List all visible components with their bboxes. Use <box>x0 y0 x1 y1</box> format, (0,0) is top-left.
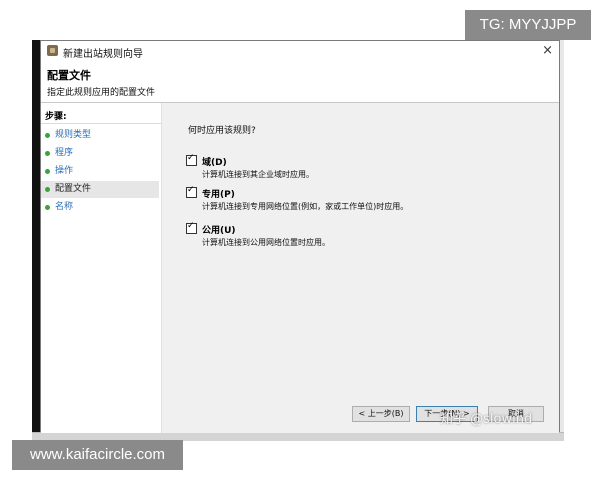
title-bar: 新建出站规则向导 × <box>41 41 559 63</box>
step-label: 操作 <box>55 166 74 176</box>
window-title: 新建出站规则向导 <box>63 49 143 60</box>
page-subtitle: 指定此规则应用的配置文件 <box>47 88 156 98</box>
telegram-watermark: TG: MYYJJPP <box>465 10 591 40</box>
close-button[interactable]: × <box>542 43 553 59</box>
step-label: 规则类型 <box>55 130 92 140</box>
step-bullet-icon <box>45 205 50 210</box>
wizard-header: 配置文件 指定此规则应用的配置文件 <box>41 63 559 103</box>
step-name[interactable]: 名称 <box>41 199 159 216</box>
steps-heading: 步骤: <box>45 112 67 122</box>
zhihu-watermark: 知乎 @slowind <box>440 412 533 427</box>
step-profile[interactable]: 配置文件 <box>41 181 159 198</box>
page-title: 配置文件 <box>47 69 91 82</box>
background-edge <box>560 40 564 440</box>
step-bullet-icon <box>45 169 50 174</box>
step-program[interactable]: 程序 <box>41 145 159 162</box>
step-label: 名称 <box>55 202 74 212</box>
private-checkbox[interactable] <box>186 185 197 198</box>
private-description: 计算机连接到专用网络位置(例如，家或工作单位)时应用。 <box>202 202 409 211</box>
step-bullet-icon <box>45 133 50 138</box>
public-checkbox[interactable] <box>186 221 197 234</box>
wizard-app-icon <box>47 45 58 56</box>
back-button[interactable]: < 上一步(B) <box>352 406 410 422</box>
public-description: 计算机连接到公用网络位置时应用。 <box>202 238 330 247</box>
steps-divider <box>41 123 161 124</box>
background-app-strip <box>32 40 40 440</box>
steps-sidebar: 步骤: 规则类型 程序 操作 配置文件 名称 <box>41 103 162 433</box>
step-bullet-icon <box>45 151 50 156</box>
step-bullet-icon <box>45 187 50 192</box>
step-rule-type[interactable]: 规则类型 <box>41 127 159 144</box>
new-outbound-rule-wizard-dialog: 新建出站规则向导 × 配置文件 指定此规则应用的配置文件 步骤: 规则类型 程序… <box>40 40 560 433</box>
question-text: 何时应用该规则? <box>188 126 256 136</box>
domain-label[interactable]: 域(D) <box>202 155 227 168</box>
domain-checkbox[interactable] <box>186 153 197 166</box>
step-action[interactable]: 操作 <box>41 163 159 180</box>
step-label: 程序 <box>55 148 74 158</box>
step-label: 配置文件 <box>55 184 92 194</box>
site-watermark: www.kaifacircle.com <box>12 440 183 470</box>
domain-description: 计算机连接到其企业域时应用。 <box>202 170 314 179</box>
private-label[interactable]: 专用(P) <box>202 187 235 200</box>
wizard-content: 何时应用该规则? 域(D) 计算机连接到其企业域时应用。 专用(P) 计算机连接… <box>162 103 559 433</box>
public-label[interactable]: 公用(U) <box>202 223 236 236</box>
